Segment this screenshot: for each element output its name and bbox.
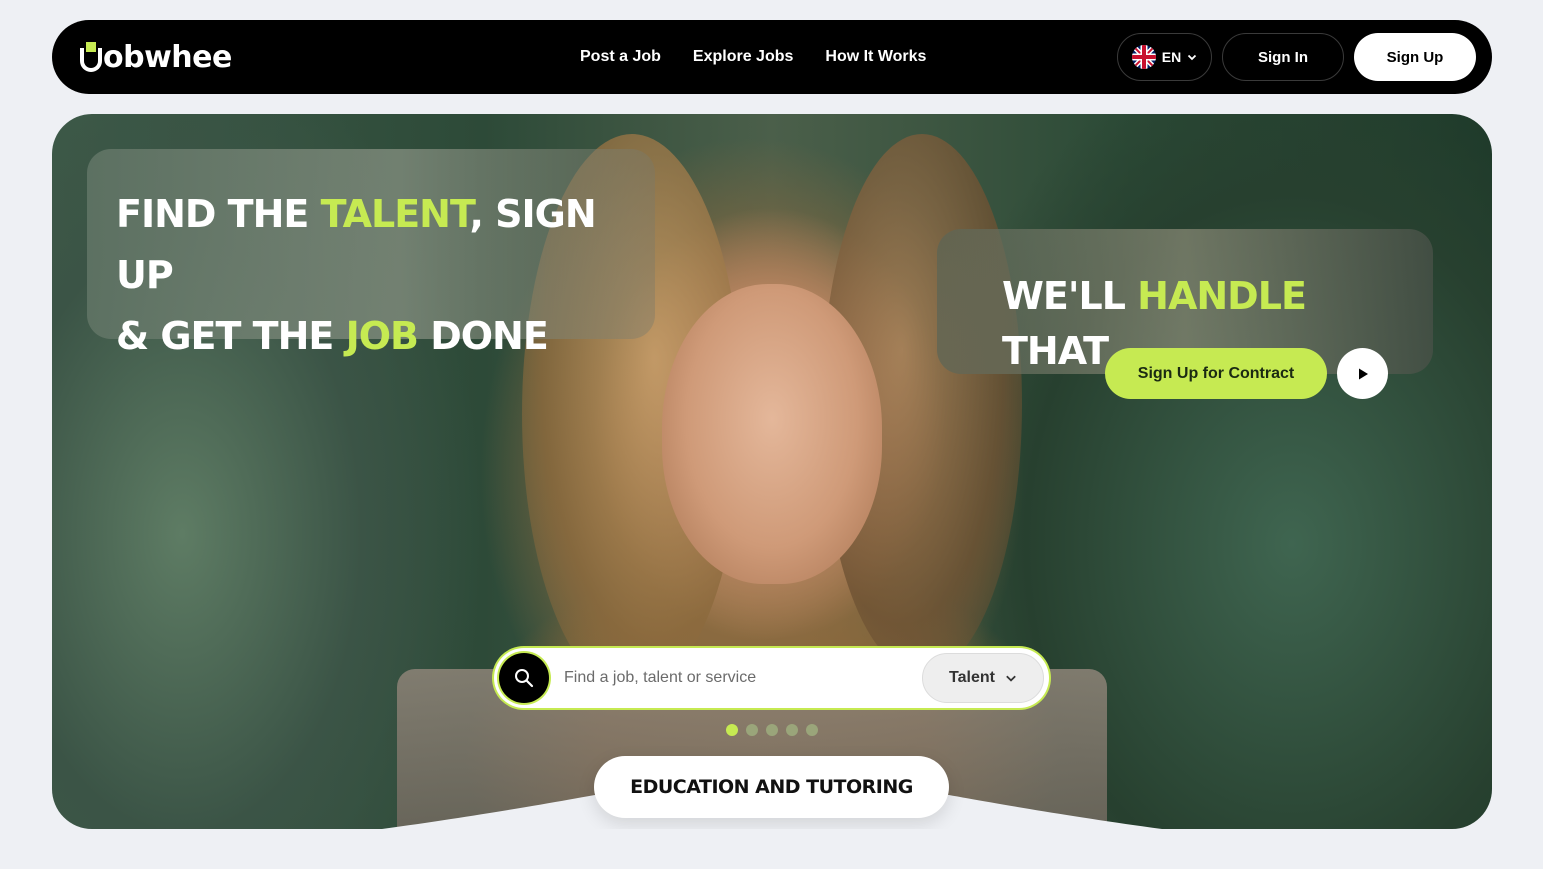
carousel-dot-4[interactable]	[786, 724, 798, 736]
carousel-dot-3[interactable]	[766, 724, 778, 736]
chevron-down-icon	[1006, 675, 1016, 682]
carousel-dot-2[interactable]	[746, 724, 758, 736]
sign-up-button[interactable]: Sign Up	[1354, 33, 1476, 81]
search-category-value: Talent	[949, 669, 995, 686]
hero-photo-face	[662, 284, 882, 584]
sign-in-button[interactable]: Sign In	[1222, 33, 1344, 81]
uk-flag-icon	[1131, 45, 1156, 69]
play-icon	[1358, 368, 1368, 379]
language-selector[interactable]: EN	[1117, 33, 1212, 81]
headline-highlight-job: JOB	[345, 314, 419, 358]
search-icon	[515, 669, 534, 688]
logo[interactable]: obwhee	[80, 39, 232, 75]
headline-highlight-talent: TALENT	[320, 192, 471, 236]
category-pill[interactable]: EDUCATION AND TUTORING	[594, 756, 949, 818]
carousel-dot-1[interactable]	[726, 724, 738, 736]
chevron-down-icon	[1188, 54, 1197, 61]
nav-how-it-works[interactable]: How It Works	[825, 48, 926, 66]
language-code: EN	[1161, 49, 1182, 65]
sign-up-contract-button[interactable]: Sign Up for Contract	[1105, 348, 1327, 399]
hero-banner: FIND THE TALENT, SIGN UP & GET THE JOB D…	[52, 114, 1492, 829]
nav-explore-jobs[interactable]: Explore Jobs	[693, 48, 793, 66]
nav-post-a-job[interactable]: Post a Job	[580, 48, 661, 66]
search-bar: Talent	[494, 648, 1049, 708]
search-button[interactable]	[499, 653, 549, 703]
logo-mark-icon	[80, 42, 102, 72]
search-input[interactable]	[564, 660, 904, 696]
logo-text: obwhee	[103, 39, 232, 75]
subheadline-highlight: HANDLE	[1137, 274, 1307, 318]
top-navbar: obwhee Post a Job Explore Jobs How It Wo…	[52, 20, 1492, 94]
play-video-button[interactable]	[1337, 348, 1388, 399]
search-category-select[interactable]: Talent	[922, 653, 1044, 703]
carousel-dot-5[interactable]	[806, 724, 818, 736]
main-nav: Post a Job Explore Jobs How It Works	[580, 20, 926, 94]
carousel-dots	[726, 724, 818, 736]
hero-headline: FIND THE TALENT, SIGN UP & GET THE JOB D…	[116, 192, 597, 358]
